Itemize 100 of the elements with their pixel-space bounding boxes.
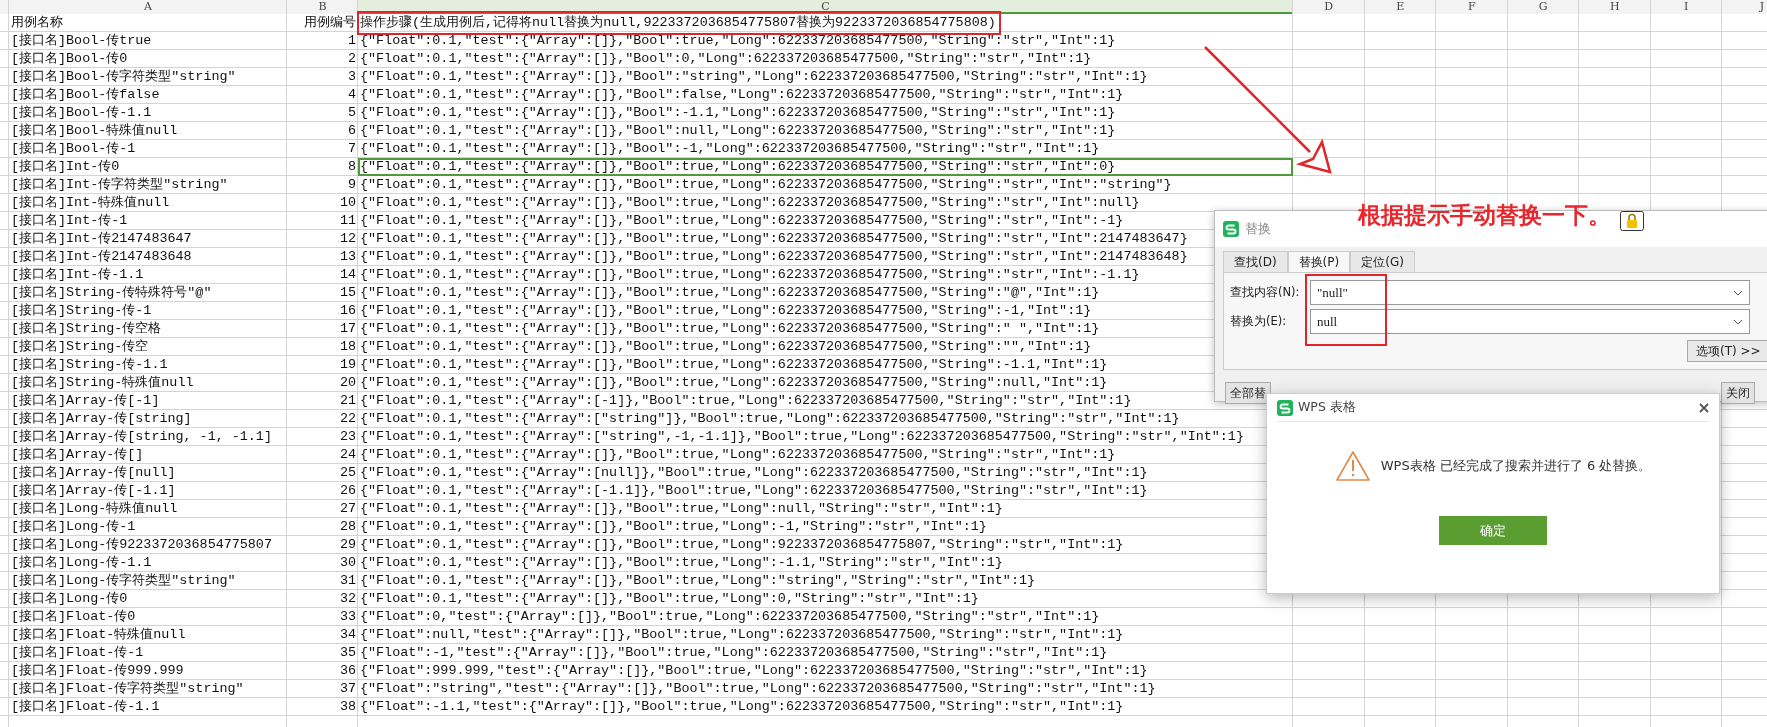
table-cell[interactable]: {"Float":0.1,"test":{"Array":[]},"Bool":null,"Long":622337203685477500,"String":"str","Int":1} [360, 123, 1116, 138]
chevron-down-icon[interactable] [1733, 289, 1743, 296]
table-cell[interactable]: {"Float":null,"test":{"Array":[]},"Bool":true,"Long":622337203685477500,"String":"str","Int":1} [360, 627, 1124, 642]
table-cell: 16 [339, 303, 356, 318]
table-cell: 17 [339, 321, 356, 336]
table-cell: [接口名]String-特殊值null [11, 375, 194, 390]
table-cell[interactable]: 操作步骤(生成用例后,记得将null替换为null,9223372036854775807替换为9223372036854775808) [360, 15, 996, 30]
table-cell[interactable]: {"Float":0.1,"test":{"Array":[null]},"Bool":true,"Long":622337203685477500,"String":"str","Int":1} [360, 465, 1148, 480]
replace-all-button[interactable]: 全部替 [1225, 382, 1271, 404]
table-cell: 23 [339, 429, 356, 444]
close-icon[interactable] [1699, 402, 1709, 413]
alert-message: WPS表格 已经完成了搜索并进行了 6 处替换。 [1380, 457, 1652, 476]
table-cell: [接口名]String-传空 [11, 339, 149, 354]
table-cell: 33 [339, 609, 356, 624]
table-cell[interactable]: {"Float":0.1,"test":{"Array":[]},"Bool":true,"Long":622337203685477500,"String":"str","Int":"string"} [360, 177, 1172, 192]
table-cell[interactable]: {"Float":0.1,"test":{"Array":[]},"Bool":true,"Long":622337203685477500,"String":"@","Int":1} [360, 285, 1100, 300]
table-cell: [接口名]String-传-1.1 [11, 357, 168, 372]
table-cell[interactable]: {"Float":0.1,"test":{"Array":[]},"Bool":true,"Long":622337203685477500,"String":-1,"Int":1} [360, 303, 1092, 318]
table-cell: 4 [347, 87, 356, 102]
table-cell: 用例名称 [11, 15, 63, 30]
table-cell[interactable]: {"Float":0.1,"test":{"Array":["string"]},"Bool":true,"Long":622337203685477500,"String":"str","Int":1} [360, 411, 1180, 426]
table-cell[interactable]: {"Float":0.1,"test":{"Array":[]},"Bool":-1,"Long":622337203685477500,"String":"str","Int":1} [360, 141, 1100, 156]
dialog-title: 替换 [1245, 220, 1271, 239]
table-cell[interactable]: {"Float":0.1,"test":{"Array":[]},"Bool":true,"Long":622337203685477500,"String":"str","Int":null} [360, 195, 1140, 210]
table-cell: 11 [339, 213, 356, 228]
table-cell[interactable]: {"Float":0.1,"test":{"Array":[]},"Bool":true,"Long":622337203685477500,"String":" ","Int":1} [360, 321, 1100, 336]
table-cell: 22 [339, 411, 356, 426]
cell-selection[interactable]: {"Float":0.1,"test":{"Array":[]},"Bool":true,"Long":622337203685477500,"String":"str","Int":0} [358, 158, 1293, 176]
column-header[interactable]: F [1436, 0, 1508, 14]
table-cell[interactable]: {"Float":-1,"test":{"Array":[]},"Bool":true,"Long":622337203685477500,"String":"str","Int":1} [360, 645, 1108, 660]
table-cell: [接口名]Array-传[-1] [11, 393, 160, 408]
table-cell[interactable]: {"Float":0.1,"test":{"Array":[]},"Bool":false,"Long":622337203685477500,"String":"str","Int":1} [360, 87, 1124, 102]
table-cell[interactable]: {"Float":0.1,"test":{"Array":["string",-1,-1.1]},"Bool":true,"Long":622337203685477500,"String":"str","Int":1} [360, 429, 1244, 444]
table-cell[interactable]: {"Float":0.1,"test":{"Array":[]},"Bool":true,"Long":-1,"String":"str","Int":1} [360, 519, 987, 534]
table-cell: [接口名]Array-传[null] [11, 465, 176, 480]
table-cell[interactable]: {"Float":0.1,"test":{"Array":[]},"Bool":true,"Long":9223372036854775807,"String":"str","Int":1} [360, 537, 1124, 552]
column-header[interactable]: E [1364, 0, 1436, 14]
tab[interactable]: 定位(G) [1350, 251, 1415, 272]
table-cell: [接口名]Long-传9223372036854775807 [11, 537, 272, 552]
table-cell: 29 [339, 537, 356, 552]
table-cell: [接口名]Bool-传-1 [11, 141, 136, 156]
table-cell: 37 [339, 681, 356, 696]
table-cell[interactable]: {"Float":0.1,"test":{"Array":[]},"Bool":true,"Long":622337203685477500,"String":"str","Int":2147483647} [360, 231, 1188, 246]
table-cell[interactable]: {"Float":0.1,"test":{"Array":[]},"Bool":true,"Long":622337203685477500,"String":"str","Int":1} [360, 33, 1116, 48]
tab[interactable]: 查找(D) [1223, 251, 1288, 272]
table-cell: 5 [347, 105, 356, 120]
options-button[interactable]: 选项(T) >> [1687, 340, 1767, 362]
warning-icon [1334, 450, 1371, 482]
table-cell[interactable]: {"Float":0.1,"test":{"Array":[]},"Bool":true,"Long":"string","String":"str","Int":1} [360, 573, 1035, 588]
table-cell: [接口名]Float-传999.999 [11, 663, 184, 678]
table-cell[interactable]: {"Float":-1.1,"test":{"Array":[]},"Bool":true,"Long":622337203685477500,"String":"str","Int":1} [360, 699, 1124, 714]
table-cell: [接口名]Array-传[] [11, 447, 144, 462]
table-cell[interactable]: {"Float":0.1,"test":{"Array":[]},"Bool":true,"Long":-1.1,"String":"str","Int":1} [360, 555, 1003, 570]
column-header[interactable]: I [1650, 0, 1722, 14]
table-cell: [接口名]Bool-传字符类型"string" [11, 69, 236, 84]
table-cell: 28 [339, 519, 356, 534]
table-cell: 25 [339, 465, 356, 480]
table-cell[interactable]: {"Float":0.1,"test":{"Array":[]},"Bool":true,"Long":622337203685477500,"String":"str","Int":0} [360, 159, 1116, 174]
column-header[interactable]: C [358, 0, 1293, 14]
table-cell: 12 [339, 231, 356, 246]
column-header[interactable]: J [1722, 0, 1767, 14]
table-cell: [接口名]Int-传2147483647 [11, 231, 192, 246]
table-cell[interactable]: {"Float":0.1,"test":{"Array":[]},"Bool":true,"Long":622337203685477500,"String":"str","Int":-1} [360, 213, 1124, 228]
table-cell: [接口名]Array-传[string, -1, -1.1] [11, 429, 272, 444]
column-header[interactable]: D [1293, 0, 1365, 14]
table-cell[interactable]: {"Float":999.999,"test":{"Array":[]},"Bool":true,"Long":622337203685477500,"String":"str","Int":1} [360, 663, 1148, 678]
table-cell: 8 [347, 159, 356, 174]
table-cell: 30 [339, 555, 356, 570]
table-cell: 36 [339, 663, 356, 678]
table-cell[interactable]: {"Float":0.1,"test":{"Array":[]},"Bool":true,"Long":622337203685477500,"String":-1.1,"Int":1} [360, 357, 1108, 372]
column-header[interactable]: H [1579, 0, 1651, 14]
table-cell[interactable]: {"Float":0.1,"test":{"Array":[]},"Bool":true,"Long":null,"String":"str","Int":1} [360, 501, 1003, 516]
table-cell: [接口名]String-传-1 [11, 303, 152, 318]
table-cell[interactable]: {"Float":0.1,"test":{"Array":[]},"Bool":true,"Long":622337203685477500,"String":"str","Int":2147483648} [360, 249, 1188, 264]
table-cell: [接口名]Float-传0 [11, 609, 136, 624]
table-cell[interactable]: {"Float":"string","test":{"Array":[]},"Bool":true,"Long":622337203685477500,"String":"str","Int":1} [360, 681, 1156, 696]
table-cell[interactable]: {"Float":0.1,"test":{"Array":[-1.1]},"Bool":true,"Long":622337203685477500,"String":"str","Int":1} [360, 483, 1148, 498]
table-cell: [接口名]Float-传-1.1 [11, 699, 160, 714]
table-cell[interactable]: {"Float":0.1,"test":{"Array":[]},"Bool":-1.1,"Long":622337203685477500,"String":"str","Int":1} [360, 105, 1116, 120]
input-field[interactable]: "null" [1310, 280, 1750, 305]
table-cell: 20 [339, 375, 356, 390]
table-cell[interactable]: {"Float":0.1,"test":{"Array":[]},"Bool":0,"Long":622337203685477500,"String":"str","Int":1} [360, 51, 1092, 66]
table-cell[interactable]: {"Float":0.1,"test":{"Array":[]},"Bool":true,"Long":622337203685477500,"String":"str","Int":1} [360, 447, 1116, 462]
chevron-down-icon[interactable] [1733, 318, 1743, 325]
tab[interactable]: 替换(P) [1287, 251, 1351, 272]
close-button[interactable]: 关闭 [1721, 382, 1755, 404]
table-cell: 18 [339, 339, 356, 354]
table-cell[interactable]: {"Float":0.1,"test":{"Array":[]},"Bool":true,"Long":622337203685477500,"String":null,"Int":1} [360, 375, 1108, 390]
table-cell: [接口名]Float-特殊值null [11, 627, 186, 642]
input-field[interactable]: null [1310, 309, 1750, 334]
column-header[interactable]: A [9, 0, 287, 14]
column-header[interactable]: B [287, 0, 358, 14]
table-cell[interactable]: {"Float":0.1,"test":{"Array":[-1]},"Bool":true,"Long":622337203685477500,"String":"str","Int":1} [360, 393, 1132, 408]
table-cell[interactable]: {"Float":0,"test":{"Array":[]},"Bool":true,"Long":622337203685477500,"String":"str","Int":1} [360, 609, 1100, 624]
table-cell[interactable]: {"Float":0.1,"test":{"Array":[]},"Bool":true,"Long":0,"String":"str","Int":1} [360, 591, 979, 606]
table-cell[interactable]: {"Float":0.1,"test":{"Array":[]},"Bool":"string","Long":622337203685477500,"String":"str","Int":1} [360, 69, 1148, 84]
table-cell: [接口名]Int-特殊值null [11, 195, 170, 210]
table-cell[interactable]: {"Float":0.1,"test":{"Array":[]},"Bool":true,"Long":622337203685477500,"String":"str","Int":-1.1} [360, 267, 1140, 282]
column-header[interactable]: G [1507, 0, 1579, 14]
table-cell[interactable]: {"Float":0.1,"test":{"Array":[]},"Bool":true,"Long":622337203685477500,"String":"","Int":1} [360, 339, 1092, 354]
